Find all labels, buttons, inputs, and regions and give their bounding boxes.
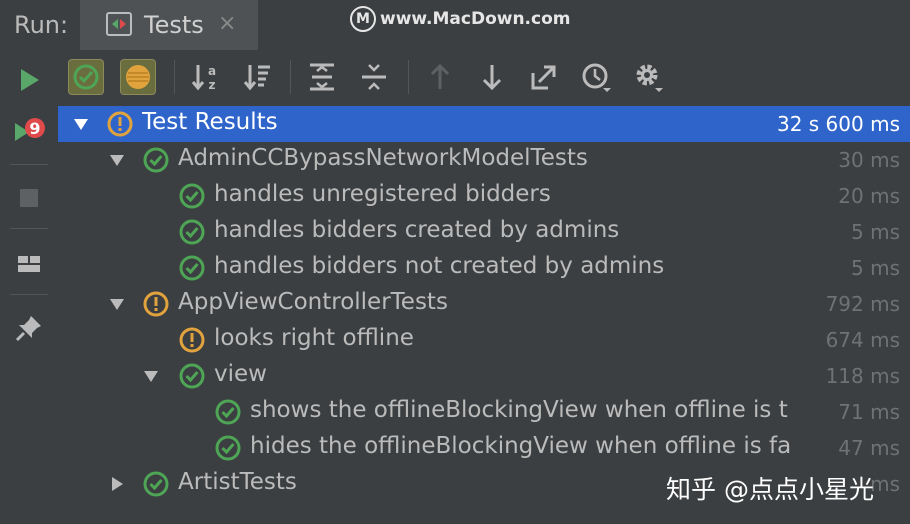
svg-text:a: a [208,64,216,78]
passed-status-icon [215,435,241,461]
test-results-tree[interactable]: Test Results 32 s 600 ms AdminCCBypassNe… [58,104,910,524]
duration-label: 47 ms [834,436,900,460]
chevron-down-icon[interactable] [108,151,126,169]
tree-row-label: ArtistTests [178,469,297,495]
tree-row-label: handles unregistered bidders [214,181,551,207]
tree-row-test[interactable]: handles bidders created by admins 5 ms [58,214,910,250]
passed-status-icon [143,471,169,497]
tab-title: Tests [144,11,204,39]
tree-row-test-results[interactable]: Test Results 32 s 600 ms [58,106,910,142]
tree-row-suite[interactable]: AdminCCBypassNetworkModelTests 30 ms [58,142,910,178]
chevron-down-icon[interactable] [108,295,126,313]
duration-label: 118 ms [821,364,900,388]
passed-status-icon [143,147,169,173]
next-failed-icon[interactable] [474,59,510,95]
stop-icon[interactable] [13,182,45,214]
left-toolbar-divider [10,294,48,295]
run-toolbar-bar: Run: Tests × Mwww.MacDown.com [0,0,910,51]
duration-label: 20 ms [834,184,900,208]
tree-row-label: AppViewControllerTests [178,289,448,315]
sort-alpha-icon[interactable]: a z [188,59,224,95]
test-runner-icon [106,12,132,36]
tree-row-test[interactable]: hides the offlineBlockingView when offli… [58,430,910,466]
settings-icon[interactable] [630,59,666,95]
sort-duration-icon[interactable] [240,59,276,95]
duration-label: 5 ms [847,220,900,244]
passed-status-icon [179,219,205,245]
duration-label: 71 ms [834,400,900,424]
tree-row-label: hides the offlineBlockingView when offli… [250,433,792,459]
passed-status-icon [179,183,205,209]
show-passed-icon[interactable] [68,59,104,95]
warning-status-icon [143,291,169,317]
tree-row-test[interactable]: handles unregistered bidders 20 ms [58,178,910,214]
macdown-logo-icon: M [350,6,376,32]
tree-row-label: shows the offlineBlockingView when offli… [250,397,788,423]
svg-text:9: 9 [29,119,40,138]
watermark-text: www.MacDown.com [380,9,571,29]
duration-label: 792 ms [821,292,900,316]
passed-status-icon [215,399,241,425]
export-icon[interactable] [526,59,562,95]
tree-row-label: Test Results [142,109,278,135]
tree-row-test[interactable]: shows the offlineBlockingView when offli… [58,394,910,430]
left-toolbar-divider [10,228,48,229]
svg-text:z: z [209,78,216,92]
test-toolbar: a z [58,50,910,104]
expand-all-icon[interactable] [304,59,340,95]
zhihu-watermark: 知乎 @点点小星光 [666,475,874,504]
pin-icon[interactable] [13,312,45,344]
watermark: Mwww.MacDown.com [350,6,570,32]
tree-row-suite[interactable]: AppViewControllerTests 792 ms [58,286,910,322]
tree-row-label: view [214,361,267,387]
tree-row-test[interactable]: handles bidders not created by admins 5 … [58,250,910,286]
tree-row-suite[interactable]: view 118 ms [58,358,910,394]
toolbar-divider [408,60,409,94]
tab-tests[interactable]: Tests × [80,0,258,50]
close-tab-icon[interactable]: × [218,11,236,36]
tree-row-label: AdminCCBypassNetworkModelTests [178,145,588,171]
collapse-all-icon[interactable] [356,59,392,95]
duration-label: 674 ms [821,328,900,352]
tree-row-label: looks right offline [214,325,414,351]
left-toolbar-divider [10,164,48,165]
passed-status-icon [179,363,205,389]
tree-row-label: handles bidders not created by admins [214,253,665,279]
show-ignored-icon[interactable] [120,59,156,95]
toolbar-divider [174,60,175,94]
duration-label: 32 s 600 ms [776,112,900,136]
toolbar-divider [290,60,291,94]
chevron-right-icon[interactable] [108,475,126,493]
warning-status-icon [179,327,205,353]
history-icon[interactable] [578,59,614,95]
layout-icon[interactable] [13,248,45,280]
passed-status-icon [179,255,205,281]
prev-failed-icon[interactable] [422,59,458,95]
chevron-down-icon[interactable] [142,367,160,385]
left-toolbar: 9 [0,50,59,524]
rerun-icon[interactable] [13,64,45,96]
duration-label: 30 ms [834,148,900,172]
run-label: Run: [14,11,69,39]
tree-row-test[interactable]: looks right offline 674 ms [58,322,910,358]
rerun-failed-icon[interactable]: 9 [13,116,45,148]
tree-row-label: handles bidders created by admins [214,217,620,243]
chevron-down-icon[interactable] [72,115,90,133]
duration-label: 5 ms [847,256,900,280]
warning-status-icon [107,111,133,137]
